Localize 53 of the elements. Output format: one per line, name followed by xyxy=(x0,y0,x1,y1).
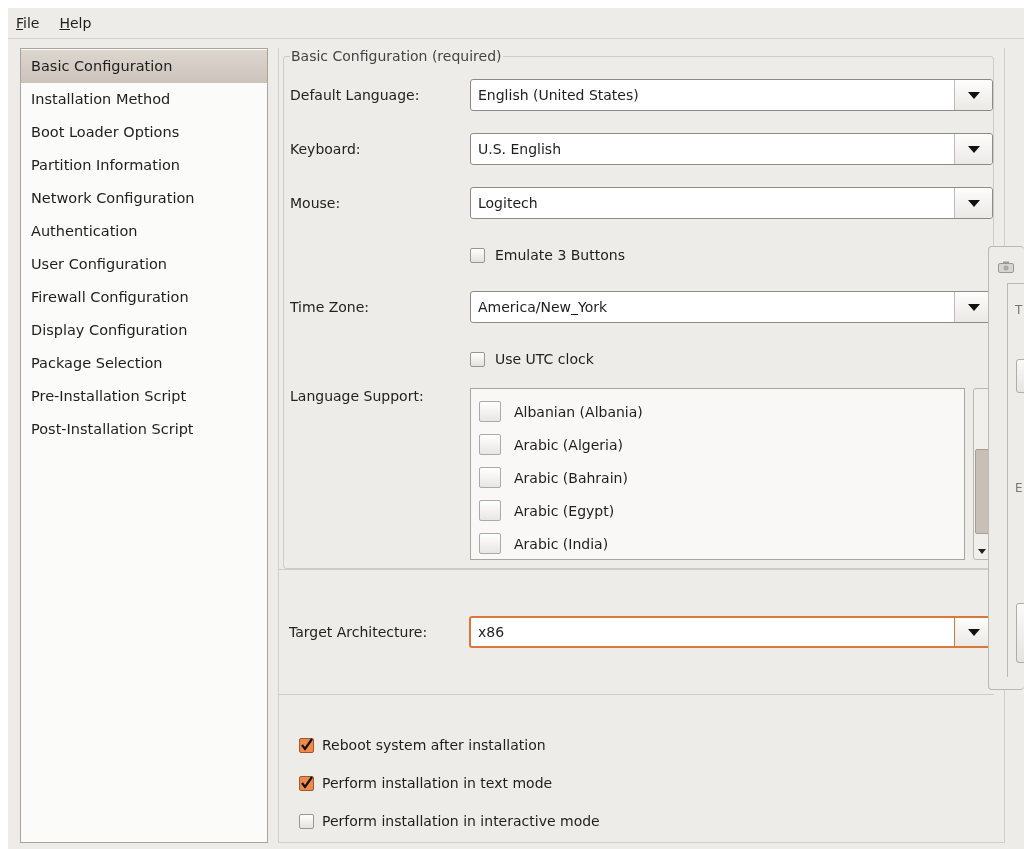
checkbox[interactable] xyxy=(479,434,501,455)
sidebar-item[interactable]: Basic Configuration xyxy=(21,50,267,83)
language-list[interactable]: Albanian (Albania) Arabic (Algeria) Arabic (Bahrain) Arabic (Egypt) Arabic (India) xyxy=(470,388,965,560)
list-item[interactable]: Arabic (Egypt) xyxy=(514,502,615,519)
dropdown[interactable]: English (United States) xyxy=(470,79,993,111)
sidebar-item[interactable]: User Configuration xyxy=(21,248,267,281)
caret-icon xyxy=(967,145,980,153)
checkbox[interactable] xyxy=(299,813,314,829)
caret-icon xyxy=(967,91,980,99)
dropdown[interactable]: Logitech xyxy=(470,187,993,219)
checkbox[interactable] xyxy=(470,351,485,367)
field-label: Keyboard: xyxy=(290,141,362,157)
field-label: Target Architecture: xyxy=(289,624,429,640)
list-item[interactable]: Arabic (Bahrain) xyxy=(514,469,628,486)
camera-icon[interactable] xyxy=(998,261,1014,273)
checkbox[interactable] xyxy=(479,401,501,422)
sidebar-item[interactable]: Boot Loader Options xyxy=(21,116,267,149)
checkbox[interactable] xyxy=(299,775,314,791)
checkbox-label[interactable]: Reboot system after installation xyxy=(322,737,546,753)
sidebar-item[interactable]: Firewall Configuration xyxy=(21,281,267,314)
field-label: Time Zone: xyxy=(290,299,371,315)
dropdown[interactable]: U.S. English xyxy=(470,133,993,165)
caret-icon xyxy=(967,199,980,207)
list-item[interactable]: Albanian (Albania) xyxy=(514,403,643,420)
checkbox-label[interactable]: Perform installation in interactive mode xyxy=(322,813,600,829)
sidebar-item[interactable]: Network Configuration xyxy=(21,182,267,215)
field-label: Language Support: xyxy=(290,388,425,404)
checkbox-label[interactable]: Use UTC clock xyxy=(495,351,594,367)
sidebar-item[interactable]: Installation Method xyxy=(21,83,267,116)
list-item[interactable]: Arabic (India) xyxy=(514,535,609,552)
sidebar-item[interactable]: Partition Information xyxy=(21,149,267,182)
sidebar-item[interactable]: Display Configuration xyxy=(21,314,267,347)
window-text: T xyxy=(1015,303,1023,317)
checkbox[interactable] xyxy=(479,533,501,554)
sidebar-item[interactable]: Pre-Installation Script xyxy=(21,380,267,413)
menu-item[interactable]: File xyxy=(12,13,44,33)
checkbox[interactable] xyxy=(470,247,485,263)
menu-item[interactable]: Help xyxy=(55,13,96,33)
sidebar-item[interactable]: Post-Installation Script xyxy=(21,413,267,446)
field-label: Mouse: xyxy=(290,195,342,211)
checkbox-label[interactable]: Perform installation in text mode xyxy=(322,775,553,791)
group-title: Basic Configuration (required) xyxy=(290,48,503,64)
checkbox-label[interactable]: Emulate 3 Buttons xyxy=(495,247,625,263)
caret-icon xyxy=(967,303,980,311)
sidebar-item[interactable]: Authentication xyxy=(21,215,267,248)
list-item[interactable]: Arabic (Algeria) xyxy=(514,436,623,453)
sidebar-item[interactable]: Package Selection xyxy=(21,347,267,380)
caret-icon xyxy=(967,628,980,636)
field-label: Default Language: xyxy=(290,87,421,103)
window-text: E xyxy=(1015,481,1023,495)
checkbox[interactable] xyxy=(479,467,501,488)
checkbox[interactable] xyxy=(479,500,501,521)
checkbox[interactable] xyxy=(299,737,314,753)
